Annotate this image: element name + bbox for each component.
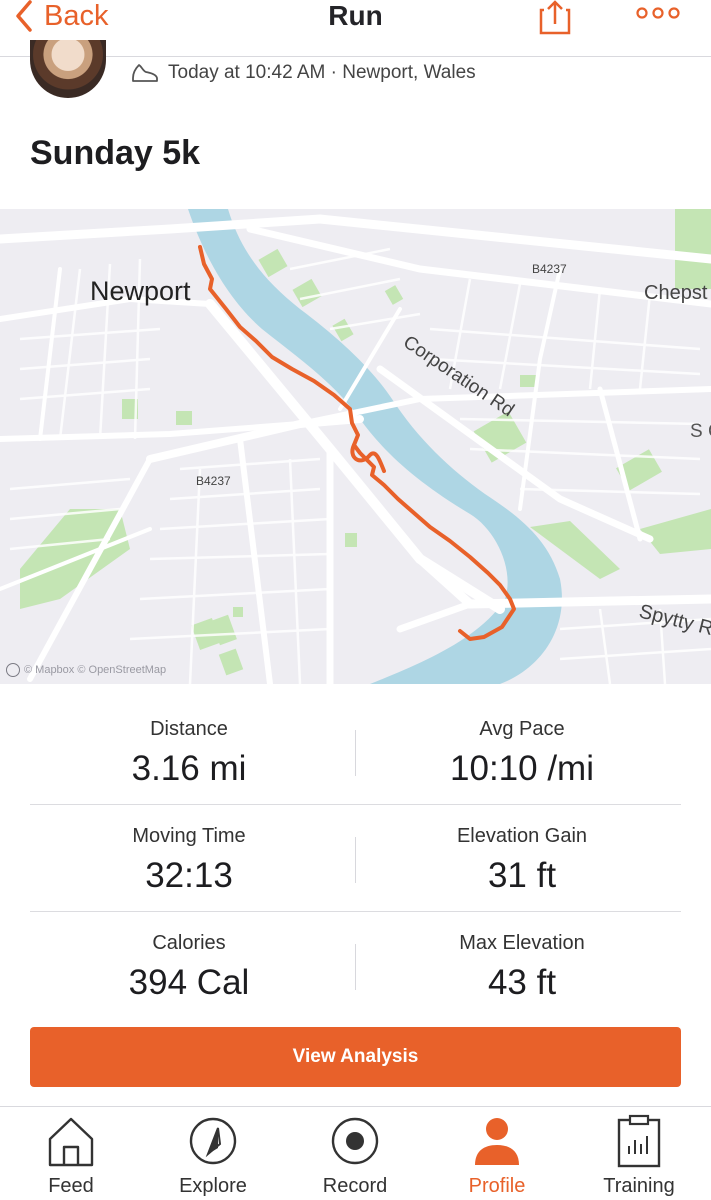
road-label-b4237-north: B4237 bbox=[532, 262, 567, 276]
stat-label: Calories bbox=[152, 932, 226, 954]
stat-calories: Calories 394 Cal bbox=[30, 912, 348, 1003]
road-label-b4237-west: B4237 bbox=[196, 474, 231, 488]
tab-label: Training bbox=[603, 1175, 675, 1197]
view-analysis-button[interactable]: View Analysis bbox=[30, 1027, 681, 1087]
road-label-spytty: Spytty R bbox=[637, 601, 711, 641]
page-title: Run bbox=[328, 0, 383, 31]
tab-record[interactable]: Record bbox=[284, 1107, 426, 1200]
share-icon bbox=[539, 0, 571, 35]
minor-streets bbox=[9, 247, 711, 684]
share-button[interactable] bbox=[538, 0, 572, 41]
avatar[interactable] bbox=[30, 40, 106, 98]
stat-max-elevation: Max Elevation 43 ft bbox=[363, 912, 681, 1003]
profile-icon bbox=[472, 1113, 522, 1169]
clipboard-icon bbox=[614, 1113, 664, 1169]
stat-value: 10:10 /mi bbox=[450, 749, 594, 788]
stat-value: 32:13 bbox=[145, 856, 233, 895]
activity-meta: Today at 10:42 AM · Newport, Wales bbox=[130, 62, 476, 84]
tab-profile[interactable]: Profile bbox=[426, 1107, 568, 1200]
stat-distance: Distance 3.16 mi bbox=[30, 698, 348, 789]
activity-meta-text: Today at 10:42 AM · Newport, Wales bbox=[168, 62, 476, 83]
more-options-icon bbox=[636, 7, 680, 19]
stat-avg-pace: Avg Pace 10:10 /mi bbox=[363, 698, 681, 789]
stat-moving-time: Moving Time 32:13 bbox=[30, 805, 348, 896]
stat-divider bbox=[355, 730, 356, 776]
stat-divider bbox=[355, 837, 356, 883]
tab-label: Feed bbox=[48, 1175, 94, 1197]
activity-title: Sunday 5k bbox=[30, 134, 201, 172]
stat-value: 394 Cal bbox=[128, 963, 250, 1002]
tab-label: Record bbox=[322, 1175, 388, 1197]
stat-label: Moving Time bbox=[132, 825, 246, 847]
record-icon bbox=[330, 1113, 380, 1169]
city-label: Newport bbox=[90, 276, 191, 306]
attribution-text: © Mapbox © OpenStreetMap bbox=[24, 664, 167, 676]
mapbox-logo-icon bbox=[6, 663, 20, 677]
stat-label: Distance bbox=[150, 718, 228, 740]
tab-feed[interactable]: Feed bbox=[0, 1107, 142, 1200]
stat-label: Elevation Gain bbox=[456, 825, 588, 847]
map-attribution[interactable]: © Mapbox © OpenStreetMap bbox=[6, 663, 166, 677]
road-label-chepstow: Chepst bbox=[644, 282, 708, 304]
more-options-button[interactable] bbox=[636, 6, 680, 25]
tab-explore[interactable]: Explore bbox=[142, 1107, 284, 1200]
stats-row: Moving Time 32:13 Elevation Gain 31 ft bbox=[30, 805, 681, 912]
road-label-edge: S C bbox=[690, 421, 711, 442]
bottom-tab-bar: Feed Explore Record Profile Training bbox=[0, 1106, 711, 1200]
tab-label: Explore bbox=[179, 1175, 247, 1197]
stat-elevation-gain: Elevation Gain 31 ft bbox=[363, 805, 681, 896]
tab-label: Profile bbox=[468, 1175, 526, 1197]
compass-icon bbox=[188, 1113, 238, 1169]
stats-row: Calories 394 Cal Max Elevation 43 ft bbox=[30, 912, 681, 1019]
shoe-icon bbox=[132, 64, 158, 82]
stat-label: Max Elevation bbox=[459, 932, 585, 954]
stat-label: Avg Pace bbox=[479, 718, 565, 740]
stats-row: Distance 3.16 mi Avg Pace 10:10 /mi bbox=[30, 698, 681, 805]
stat-value: 3.16 mi bbox=[131, 749, 247, 788]
stat-divider bbox=[355, 944, 356, 990]
route-map[interactable]: B4237 B4237 Corporation Rd Chepst Spytty… bbox=[0, 209, 711, 684]
home-icon bbox=[46, 1113, 96, 1169]
stat-value: 31 ft bbox=[487, 856, 557, 895]
tab-training[interactable]: Training bbox=[568, 1107, 710, 1200]
stats-panel: Distance 3.16 mi Avg Pace 10:10 /mi Movi… bbox=[30, 698, 681, 1019]
top-nav-bar: Back Run bbox=[0, 0, 711, 57]
stat-value: 43 ft bbox=[487, 963, 557, 1002]
